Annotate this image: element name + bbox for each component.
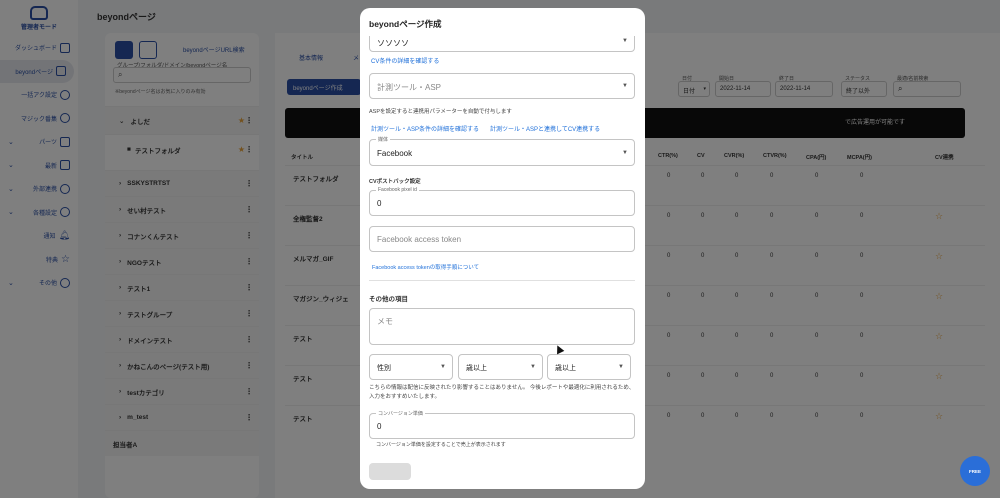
age-from-select[interactable]: 歳以上 ▼ <box>458 354 543 380</box>
select-value: 性別 <box>377 365 391 372</box>
select-value: 歳以上 <box>466 365 487 372</box>
textarea-placeholder: メモ <box>377 317 393 326</box>
asp-condition-link[interactable]: 計測ツール・ASP条件の詳細を確認する <box>371 124 479 133</box>
asp-select[interactable]: 計測ツール・ASP ▼ <box>369 73 635 99</box>
field-label: 媒体 <box>376 136 391 143</box>
field-label: Facebook pixel id <box>376 187 419 193</box>
section-divider <box>369 280 635 281</box>
input-placeholder: Facebook access token <box>377 235 462 244</box>
chevron-down-icon: ▼ <box>440 364 446 370</box>
create-page-modal: beyondページ作成 ソソソソ ▼ CV条件の詳細を確認する 計測ツール・AS… <box>360 8 645 489</box>
asp-note: ASPを設定すると連携用パラメーターを自動で付与します <box>369 109 512 115</box>
info-note: こちらの情報は配信に反映されたり影響することはありません。 今後レポートや最適化… <box>369 385 635 400</box>
chevron-down-icon: ▼ <box>618 364 624 370</box>
memo-textarea[interactable]: メモ <box>369 308 635 345</box>
select-value: ソソソソ <box>377 39 409 48</box>
cv-condition-link[interactable]: CV条件の詳細を確認する <box>371 56 439 65</box>
gender-select[interactable]: 性別 ▼ <box>369 354 453 380</box>
submit-button[interactable] <box>369 463 411 480</box>
input-value: 0 <box>377 199 382 208</box>
conversion-note: コンバージョン単価を設定することで売上が表示されます <box>376 442 506 448</box>
cv-postback-heading: CVポストバック設定 <box>369 179 421 185</box>
conversion-price-input[interactable]: コンバージョン単価 0 <box>369 410 635 439</box>
select-placeholder: 計測ツール・ASP <box>377 83 442 92</box>
other-items-heading: その他の項目 <box>369 296 408 303</box>
select-value: Facebook <box>377 149 413 158</box>
facebook-token-input[interactable]: Facebook access token <box>369 226 635 252</box>
modal-title: beyondページ作成 <box>369 19 442 29</box>
modal-body: ソソソソ ▼ CV条件の詳細を確認する 計測ツール・ASP ▼ ASPを設定する… <box>360 36 645 489</box>
cv-condition-select[interactable]: ソソソソ ▼ <box>369 36 635 52</box>
field-label: コンバージョン単価 <box>376 410 425 417</box>
asp-cv-link[interactable]: 計測ツール・ASPと連携してCV連携する <box>490 124 600 133</box>
select-value: 歳以上 <box>555 365 576 372</box>
facebook-pixel-input[interactable]: Facebook pixel id 0 <box>369 187 635 216</box>
chat-label: FREE <box>968 468 981 474</box>
chevron-down-icon: ▼ <box>622 150 628 156</box>
chevron-down-icon: ▼ <box>622 83 628 89</box>
chevron-down-icon: ▼ <box>530 364 536 370</box>
media-select[interactable]: 媒体 Facebook ▼ <box>369 136 635 166</box>
chat-support-button[interactable]: FREE <box>960 456 990 486</box>
token-help-link[interactable]: Facebook access tokenの取得手順について <box>372 263 479 271</box>
input-value: 0 <box>377 422 382 431</box>
age-to-select[interactable]: 歳以上 ▼ <box>547 354 631 380</box>
chevron-down-icon: ▼ <box>622 38 628 44</box>
